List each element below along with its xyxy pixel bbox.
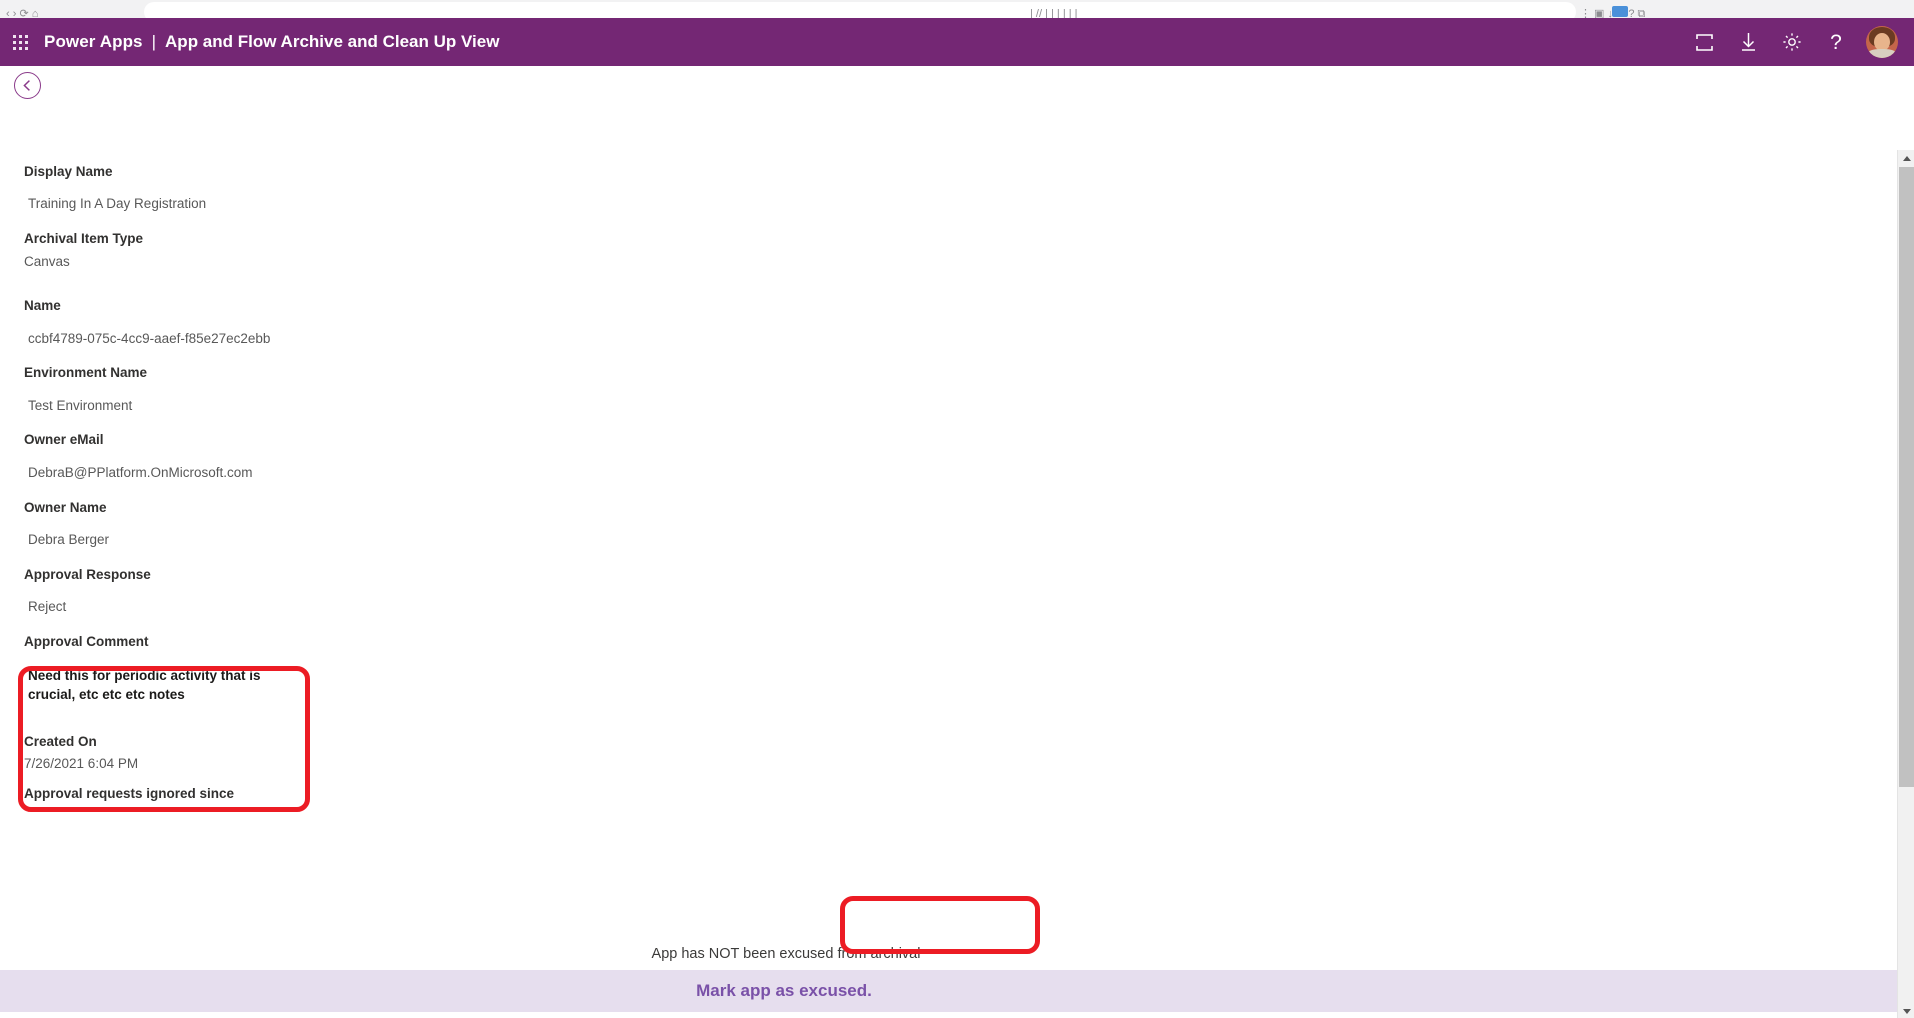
scrollbar-thumb[interactable] xyxy=(1899,167,1914,787)
field-value: Canvas xyxy=(24,254,70,269)
app-canvas: Display Name Training In A Day Registrat… xyxy=(0,66,1914,1018)
header-actions: ? xyxy=(1682,18,1914,66)
help-button[interactable]: ? xyxy=(1814,18,1858,66)
screenshot-root: ‹ › ⟳ ⌂ | // | | | | | | ⋮ ▣ ↓ ↗ ? ⧉ Pow… xyxy=(0,0,1914,1018)
field-created-on: Created On xyxy=(24,734,97,749)
field-value: Need this for periodic activity that is … xyxy=(28,668,261,702)
browser-nav-icons: ‹ › ⟳ ⌂ xyxy=(6,9,39,18)
field-value: 7/26/2021 6:04 PM xyxy=(24,756,139,771)
field-label: Approval Response xyxy=(24,567,151,582)
page-title: App and Flow Archive and Clean Up View xyxy=(165,32,500,51)
address-bar[interactable] xyxy=(144,2,1576,18)
field-archival-item-type-value: Canvas xyxy=(24,254,70,269)
help-icon: ? xyxy=(1830,30,1842,54)
excused-status-text: App has NOT been excused from archival xyxy=(651,946,921,962)
address-bar-text: | // | | | | | | xyxy=(1030,9,1078,18)
browser-extension-icon[interactable] xyxy=(1612,6,1628,17)
field-approval-comment: Approval Comment xyxy=(24,634,149,649)
field-value: Test Environment xyxy=(28,398,133,413)
field-label: Name xyxy=(24,298,61,313)
mark-app-as-excused-button[interactable]: Mark app as excused. xyxy=(679,970,889,1012)
field-owner-name-value: Debra Berger xyxy=(28,532,109,547)
field-label: Owner eMail xyxy=(24,432,104,447)
avatar[interactable] xyxy=(1866,26,1898,58)
fullscreen-button[interactable] xyxy=(1682,18,1726,66)
field-display-name-value: Training In A Day Registration xyxy=(28,196,206,211)
field-label: Created On xyxy=(24,734,97,749)
field-value: Reject xyxy=(28,599,67,614)
field-name: Name xyxy=(24,298,61,313)
action-band: Mark app as excused. xyxy=(0,970,1914,1012)
scroll-up-arrow-icon[interactable] xyxy=(1898,150,1914,167)
field-label: Owner Name xyxy=(24,500,107,515)
waffle-grid-icon xyxy=(12,34,28,50)
download-icon xyxy=(1741,33,1755,51)
waffle-menu-button[interactable] xyxy=(0,18,40,66)
avatar-shoulders xyxy=(1868,49,1896,58)
field-value: Debra Berger xyxy=(28,532,110,547)
field-label: Display Name xyxy=(24,164,113,179)
settings-button[interactable] xyxy=(1770,18,1814,66)
field-archival-item-type: Archival Item Type xyxy=(24,231,143,246)
field-label: Approval requests ignored since xyxy=(24,786,235,801)
field-value: ccbf4789-075c-4cc9-aaef-f85e27ec2ebb xyxy=(28,331,271,346)
vertical-scrollbar[interactable] xyxy=(1897,150,1914,1018)
field-approval-comment-value: Need this for periodic activity that is … xyxy=(28,666,268,704)
brand-separator: | xyxy=(151,32,157,51)
browser-toolbar-icons: ⋮ ▣ ↓ ↗ ? ⧉ xyxy=(1580,9,1646,18)
app-header: Power Apps | App and Flow Archive and Cl… xyxy=(0,18,1914,66)
field-label: Approval Comment xyxy=(24,634,149,649)
brand-area[interactable]: Power Apps | App and Flow Archive and Cl… xyxy=(44,32,499,52)
field-label: Archival Item Type xyxy=(24,231,144,246)
field-environment-name-value: Test Environment xyxy=(28,398,132,413)
back-button[interactable] xyxy=(14,72,41,99)
field-name-value: ccbf4789-075c-4cc9-aaef-f85e27ec2ebb xyxy=(28,331,270,346)
field-approval-response-value: Reject xyxy=(28,599,66,614)
field-value: Training In A Day Registration xyxy=(28,196,207,211)
download-button[interactable] xyxy=(1726,18,1770,66)
field-display-name: Display Name xyxy=(24,164,113,179)
field-environment-name: Environment Name xyxy=(24,365,147,380)
scroll-down-arrow-icon[interactable] xyxy=(1898,1003,1914,1018)
field-approval-response: Approval Response xyxy=(24,567,151,582)
field-label: Environment Name xyxy=(24,365,148,380)
browser-chrome-sliver: ‹ › ⟳ ⌂ | // | | | | | | ⋮ ▣ ↓ ↗ ? ⧉ xyxy=(0,0,1914,18)
field-approval-requests-ignored-since: Approval requests ignored since xyxy=(24,786,234,801)
field-owner-email-value: DebraB@PPlatform.OnMicrosoft.com xyxy=(28,465,253,480)
field-owner-email: Owner eMail xyxy=(24,432,104,447)
fullscreen-icon xyxy=(1694,33,1714,51)
field-owner-name: Owner Name xyxy=(24,500,107,515)
brand-label: Power Apps xyxy=(44,32,143,51)
gear-icon xyxy=(1783,33,1801,51)
chevron-left-icon xyxy=(23,80,30,91)
field-value: DebraB@PPlatform.OnMicrosoft.com xyxy=(28,465,253,480)
field-created-on-value: 7/26/2021 6:04 PM xyxy=(24,756,138,771)
